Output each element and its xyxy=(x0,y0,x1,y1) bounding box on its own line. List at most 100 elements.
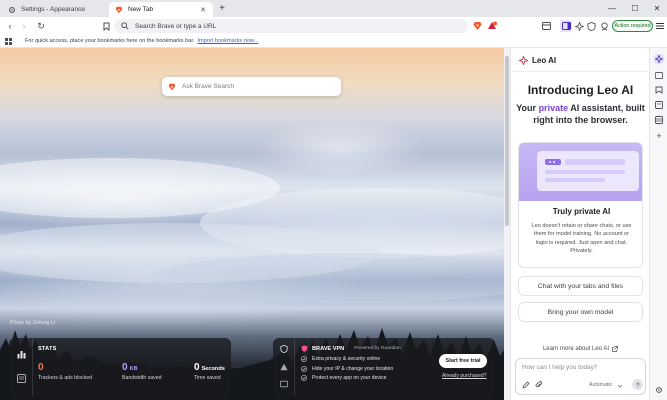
close-icon[interactable]: ✕ xyxy=(199,6,207,14)
check-icon xyxy=(301,365,307,372)
maximize-icon[interactable]: ☐ xyxy=(629,3,641,15)
stat-value: 0 xyxy=(38,362,44,373)
leo-intro-subtitle: Your private AI assistant, built right i… xyxy=(515,102,646,126)
tab-strip: Settings - Appearance New Tab ✕ + — ☐ ✕ xyxy=(0,0,667,17)
search-icon xyxy=(121,22,129,30)
bookmark-icon[interactable] xyxy=(100,20,112,32)
sidebar-toggle-icon[interactable] xyxy=(560,20,572,32)
vpn-feature-text: Extra privacy & security online xyxy=(312,356,381,362)
chat-illustration xyxy=(519,143,642,201)
rail-wallet-icon[interactable] xyxy=(654,70,664,80)
learn-more-link[interactable]: Learn more about Leo AI xyxy=(511,346,650,352)
window-close-icon[interactable]: ✕ xyxy=(651,3,663,15)
list-item: Extra privacy & security online xyxy=(301,356,393,362)
send-button[interactable] xyxy=(632,379,643,390)
ntp-search-box[interactable]: Ask Brave Search xyxy=(162,77,341,96)
cloud-wave xyxy=(150,253,504,303)
subtitle-highlight: private xyxy=(538,103,569,113)
stat-value: 0 xyxy=(122,362,128,373)
list-item: Protect every app on your device xyxy=(301,375,393,381)
apps-grid-icon[interactable] xyxy=(5,38,12,45)
check-icon xyxy=(301,375,307,382)
model-select[interactable]: Automatic xyxy=(589,382,612,388)
tab-new-tab[interactable]: New Tab ✕ xyxy=(109,2,213,17)
vpn-title-row: BRAVE VPN Powered by Guardian xyxy=(301,345,401,352)
stats-title: STATS xyxy=(38,346,57,352)
attachment-icon[interactable] xyxy=(535,381,543,389)
rail-reading-list-icon[interactable] xyxy=(654,100,664,110)
check-icon xyxy=(301,356,307,362)
toolbar: ‹ › ↻ Search Brave or type a URL Action … xyxy=(0,17,667,35)
stats-widget: STATS 0 Trackers & ads blocked 0 KB Bandw… xyxy=(9,338,231,396)
ntp-search-placeholder: Ask Brave Search xyxy=(182,83,235,90)
divider xyxy=(511,71,650,72)
import-bookmarks-link[interactable]: Import bookmarks now... xyxy=(197,38,258,44)
card-icon[interactable] xyxy=(280,380,288,388)
vpn-shield-icon[interactable] xyxy=(280,345,288,353)
leo-privacy-card: Truly private AI Leo doesn't retain or s… xyxy=(518,142,643,268)
rail-history-icon[interactable] xyxy=(654,115,664,125)
scrollbar-thumb[interactable] xyxy=(505,56,509,226)
bookmarks-hint-text: For quick access, place your bookmarks h… xyxy=(25,38,195,44)
forward-button[interactable]: › xyxy=(18,20,30,32)
wallet-icon[interactable] xyxy=(540,20,552,32)
pen-icon[interactable] xyxy=(522,381,530,389)
tab-settings[interactable]: Settings - Appearance xyxy=(2,2,106,17)
stat-value: 0 xyxy=(194,362,200,373)
suggestion-chat-tabs-button[interactable]: Chat with your tabs and files xyxy=(518,276,643,296)
minimize-icon[interactable]: — xyxy=(606,3,618,15)
subtitle-pre: Your xyxy=(516,103,539,113)
stat-label: Time saved xyxy=(194,375,221,381)
vpn-feature-text: Protect every app on your device xyxy=(312,375,387,382)
widget-switcher xyxy=(273,338,295,396)
leo-sparkle-icon xyxy=(519,56,528,65)
leo-header: Leo AI xyxy=(519,56,556,65)
menu-icon[interactable] xyxy=(654,20,666,32)
vpn-icon[interactable] xyxy=(585,20,597,32)
warning-icon[interactable] xyxy=(280,363,288,371)
widget-switcher xyxy=(9,338,33,396)
rail-add-icon[interactable]: + xyxy=(654,131,664,141)
brave-lion-icon xyxy=(168,83,176,90)
leo-chat-input[interactable]: How can I help you today? Automatic xyxy=(515,358,646,395)
stat-bandwidth: 0 KB Bandwidth saved xyxy=(122,362,162,381)
extensions-icon[interactable] xyxy=(598,20,610,32)
card-title: Truly private AI xyxy=(552,207,611,216)
rail-leo-icon[interactable] xyxy=(654,54,664,64)
brave-shields-icon[interactable] xyxy=(471,20,483,32)
already-purchased-link[interactable]: Already purchased? xyxy=(442,373,486,379)
chart-icon[interactable] xyxy=(17,350,26,359)
tab-label: Settings - Appearance xyxy=(21,6,85,13)
suggestion-own-model-button[interactable]: Bring your own model xyxy=(518,302,643,322)
stat-time: 0 Seconds Time saved xyxy=(194,362,225,381)
rail-bookmarks-icon[interactable] xyxy=(654,85,664,95)
vpn-widget: BRAVE VPN Powered by Guardian Extra priv… xyxy=(273,338,495,396)
external-link-icon xyxy=(612,346,618,352)
start-free-trial-button[interactable]: Start free trial xyxy=(439,354,487,368)
new-tab-page: Ask Brave Search Photo by Zefeng Li STAT… xyxy=(0,48,504,400)
brave-rewards-icon[interactable] xyxy=(486,20,498,32)
back-button[interactable]: ‹ xyxy=(4,20,16,32)
card-body: Leo doesn't retain or share chats, or us… xyxy=(531,223,632,255)
chevron-down-icon[interactable] xyxy=(617,383,623,389)
list-item: Hide your IP & change your location xyxy=(301,366,393,372)
rail-settings-icon[interactable] xyxy=(654,385,664,395)
vpn-feature-text: Hide your IP & change your location xyxy=(312,365,394,372)
news-icon[interactable] xyxy=(17,374,26,383)
new-tab-button[interactable]: + xyxy=(216,3,228,15)
omnibox[interactable]: Search Brave or type a URL xyxy=(114,19,468,33)
leo-ai-icon[interactable] xyxy=(573,20,585,32)
reload-button[interactable]: ↻ xyxy=(35,20,47,32)
vpn-title: BRAVE VPN xyxy=(312,345,345,352)
stat-unit: KB xyxy=(129,366,138,372)
vpn-powered-by: Powered by Guardian xyxy=(354,346,401,351)
tab-label: New Tab xyxy=(128,6,154,13)
sidebar-rail: + xyxy=(649,48,667,400)
vpn-feature-list: Extra privacy & security online Hide you… xyxy=(301,356,393,385)
action-required-button[interactable]: Action required xyxy=(612,20,653,32)
brave-lion-icon xyxy=(115,6,123,14)
photo-credit[interactable]: Photo by Zefeng Li xyxy=(10,320,55,326)
stat-unit: Seconds xyxy=(201,366,225,372)
leo-intro-title: Introducing Leo AI xyxy=(527,83,634,97)
stat-trackers: 0 Trackers & ads blocked xyxy=(38,362,92,381)
